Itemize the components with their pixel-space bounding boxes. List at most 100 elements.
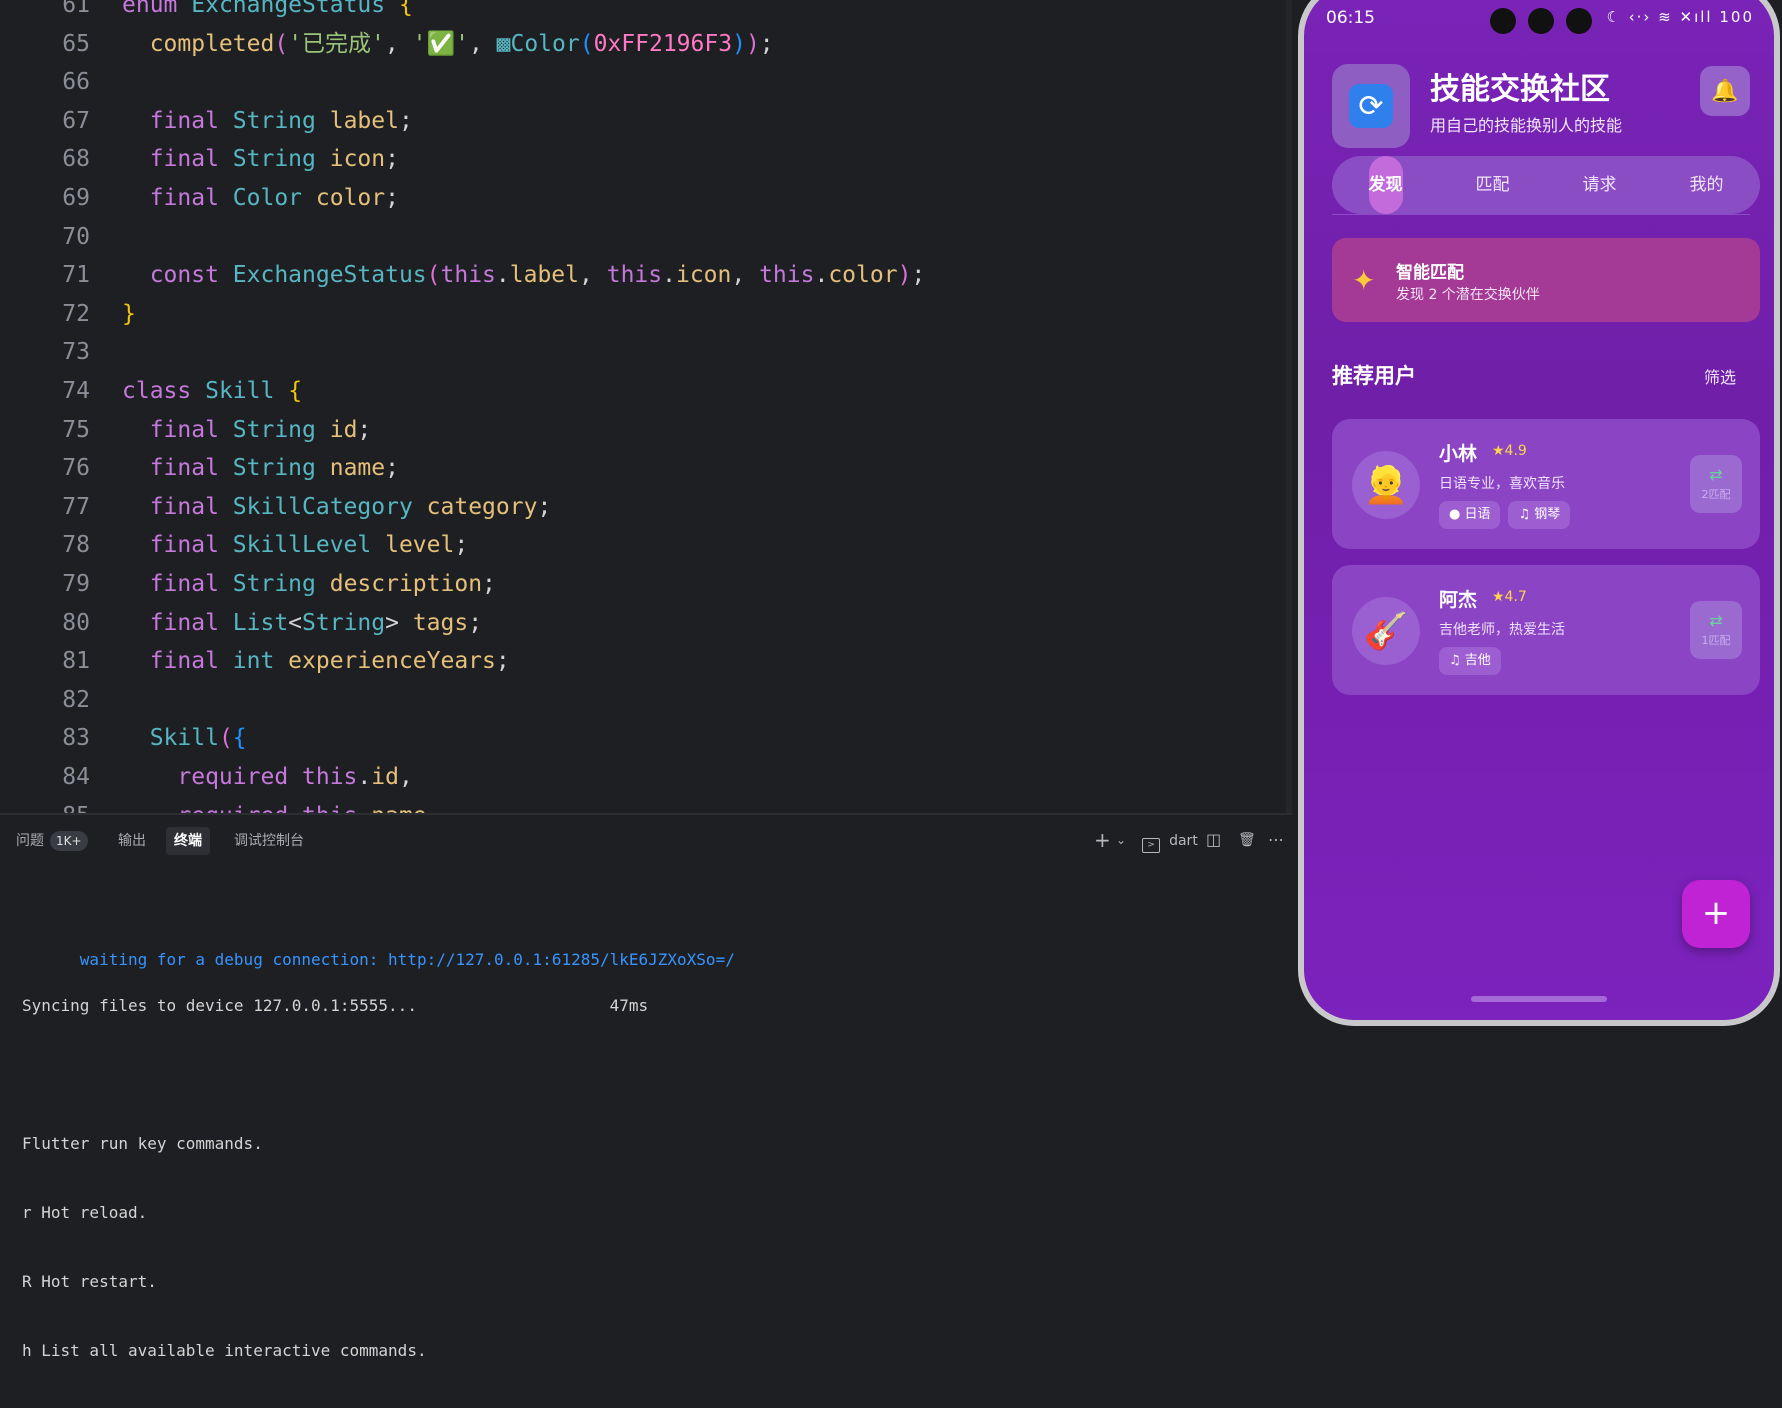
code-line[interactable]: 75 final String id;	[0, 411, 1292, 449]
home-indicator[interactable]	[1471, 996, 1607, 1002]
match-button[interactable]: ⇄ 1匹配	[1690, 601, 1742, 659]
code-line[interactable]: 83 Skill({	[0, 719, 1292, 757]
line-code: final SkillLevel level;	[122, 526, 469, 564]
code-line[interactable]: 77 final SkillCategory category;	[0, 488, 1292, 526]
bell-icon: 🔔	[1711, 78, 1739, 104]
chevron-down-icon[interactable]: ⌄	[1116, 829, 1126, 851]
code-token: color	[828, 262, 898, 289]
line-number: 71	[62, 262, 90, 289]
code-line[interactable]: 65 completed('已完成', '✅', ▩Color(0xFF2196…	[0, 25, 1292, 63]
new-terminal-button[interactable]: +	[1094, 829, 1111, 851]
camera-icon	[1528, 8, 1554, 34]
code-line[interactable]: 66	[0, 63, 1292, 101]
code-token: required	[122, 764, 303, 790]
code-line[interactable]: 84 required this.id,	[0, 758, 1292, 796]
code-token: >	[385, 609, 413, 636]
code-line[interactable]: 81 final int experienceYears;	[0, 642, 1292, 680]
code-line[interactable]: 69 final Color color;	[0, 179, 1292, 217]
code-token: description	[329, 571, 483, 597]
tab-problems[interactable]: 问题 1K+	[8, 827, 96, 855]
code-token: .	[357, 803, 371, 813]
code-token: final	[122, 455, 233, 482]
code-line[interactable]: 85 required this.name,	[0, 797, 1292, 813]
code-token: icon	[675, 262, 732, 289]
line-code: final int experienceYears;	[122, 642, 510, 680]
split-terminal-icon[interactable]: ◫	[1206, 829, 1221, 851]
code-token: final	[122, 648, 233, 675]
debug-url-link[interactable]: http://127.0.0.1:61285/lkE6JZXoXSo=/	[388, 950, 735, 969]
code-token: ;	[911, 262, 926, 289]
code-line[interactable]: 70	[0, 218, 1292, 256]
avatar: 👱	[1352, 451, 1420, 519]
line-number: 81	[62, 648, 90, 675]
code-line[interactable]: 74 class Skill {	[0, 372, 1292, 410]
tab-output[interactable]: 输出	[110, 827, 154, 855]
code-line[interactable]: 76 final String name;	[0, 449, 1292, 487]
line-code: required this.name,	[122, 797, 440, 813]
code-token: List	[232, 609, 289, 636]
match-button[interactable]: ⇄ 2匹配	[1690, 455, 1742, 513]
tab-debug-console[interactable]: 调试控制台	[226, 827, 312, 855]
line-number: 72	[62, 300, 90, 327]
code-token: {	[398, 0, 413, 18]
code-token: SkillLevel	[232, 532, 386, 559]
code-line[interactable]: 78 final SkillLevel level;	[0, 526, 1292, 564]
code-token: ;	[759, 30, 774, 57]
swap-icon: ⇄	[1709, 611, 1723, 630]
terminal-line: waiting for a debug connection: http://1…	[22, 925, 735, 969]
trash-icon[interactable]: 🗑	[1238, 829, 1256, 851]
code-token: completed	[122, 30, 275, 57]
add-button[interactable]: +	[1682, 880, 1750, 948]
tab-discover[interactable]: 发现	[1332, 156, 1439, 214]
code-editor[interactable]: 61 enum ExchangeStatus {65 completed('已完成…	[0, 0, 1292, 813]
code-token: (	[426, 262, 441, 289]
user-card[interactable]: 🎸 阿杰 ★4.7 吉他老师，热爱生活 ♫ 吉他 ⇄ 1匹配	[1332, 565, 1760, 695]
code-token: icon	[329, 146, 386, 173]
code-token: class	[122, 378, 206, 404]
code-line[interactable]: 79 final String description;	[0, 565, 1292, 603]
tab-terminal[interactable]: 终端	[166, 827, 210, 855]
line-code: final SkillCategory category;	[122, 488, 552, 526]
terminal-output[interactable]: waiting for a debug connection: http://1…	[22, 879, 735, 1408]
code-line[interactable]: 68 final String icon;	[0, 140, 1292, 178]
user-card[interactable]: 👱 小林 ★4.9 日语专业，喜欢音乐 ● 日语 ♫ 钢琴 ⇄ 2匹配	[1332, 419, 1760, 549]
code-line[interactable]: 61 enum ExchangeStatus {	[0, 0, 1292, 24]
code-token: ,	[398, 764, 413, 790]
line-number: 61	[62, 0, 90, 18]
line-code: final String label;	[122, 102, 413, 140]
code-line[interactable]: 71 const ExchangeStatus(this.label, this…	[0, 256, 1292, 294]
terminal-shell-selector[interactable]: > dart	[1142, 829, 1198, 853]
code-line[interactable]: 72}	[0, 295, 1292, 333]
notifications-button[interactable]: 🔔	[1700, 66, 1750, 116]
smart-match-banner[interactable]: ✦ 智能匹配 发现 2 个潜在交换伙伴	[1332, 238, 1760, 322]
code-token: this	[302, 764, 358, 790]
code-token: ;	[537, 493, 552, 520]
code-token: ;	[482, 571, 496, 597]
line-code: final String icon;	[122, 140, 399, 178]
code-line[interactable]: 80 final List<String> tags;	[0, 604, 1292, 642]
filter-button[interactable]: 筛选	[1704, 364, 1736, 388]
line-number: 85	[0, 797, 90, 813]
code-token: ,	[579, 262, 607, 289]
tab-requests[interactable]: 请求	[1546, 156, 1653, 214]
code-line[interactable]: 82	[0, 681, 1292, 719]
code-token: final	[122, 107, 233, 134]
code-token: String	[232, 455, 330, 482]
code-token: SkillCategory	[232, 493, 427, 520]
line-code: required this.id,	[122, 758, 413, 796]
avatar: 🎸	[1352, 597, 1420, 665]
exchange-icon: ⟳	[1349, 84, 1393, 128]
more-actions-icon[interactable]: ⋯	[1268, 829, 1284, 851]
code-line[interactable]: 73	[0, 333, 1292, 371]
phone-screen[interactable]: 06:15 ☾ ‹·› ≋ ✕ıll 100 ⟳ 技能交换社区 用自己的技能换别…	[1304, 0, 1774, 1020]
skill-tag: ♫ 吉他	[1439, 647, 1501, 675]
tab-match[interactable]: 匹配	[1439, 156, 1546, 214]
skill-tag: ● 日语	[1439, 501, 1501, 529]
line-code: final String id;	[122, 411, 372, 449]
code-token: color	[315, 185, 386, 211]
line-number: 68	[62, 146, 90, 173]
terminal-line: r Hot reload.	[22, 1203, 148, 1222]
code-token: ExchangeStatus	[191, 0, 399, 18]
code-line[interactable]: 67 final String label;	[0, 102, 1292, 140]
tab-mine[interactable]: 我的	[1653, 156, 1760, 214]
